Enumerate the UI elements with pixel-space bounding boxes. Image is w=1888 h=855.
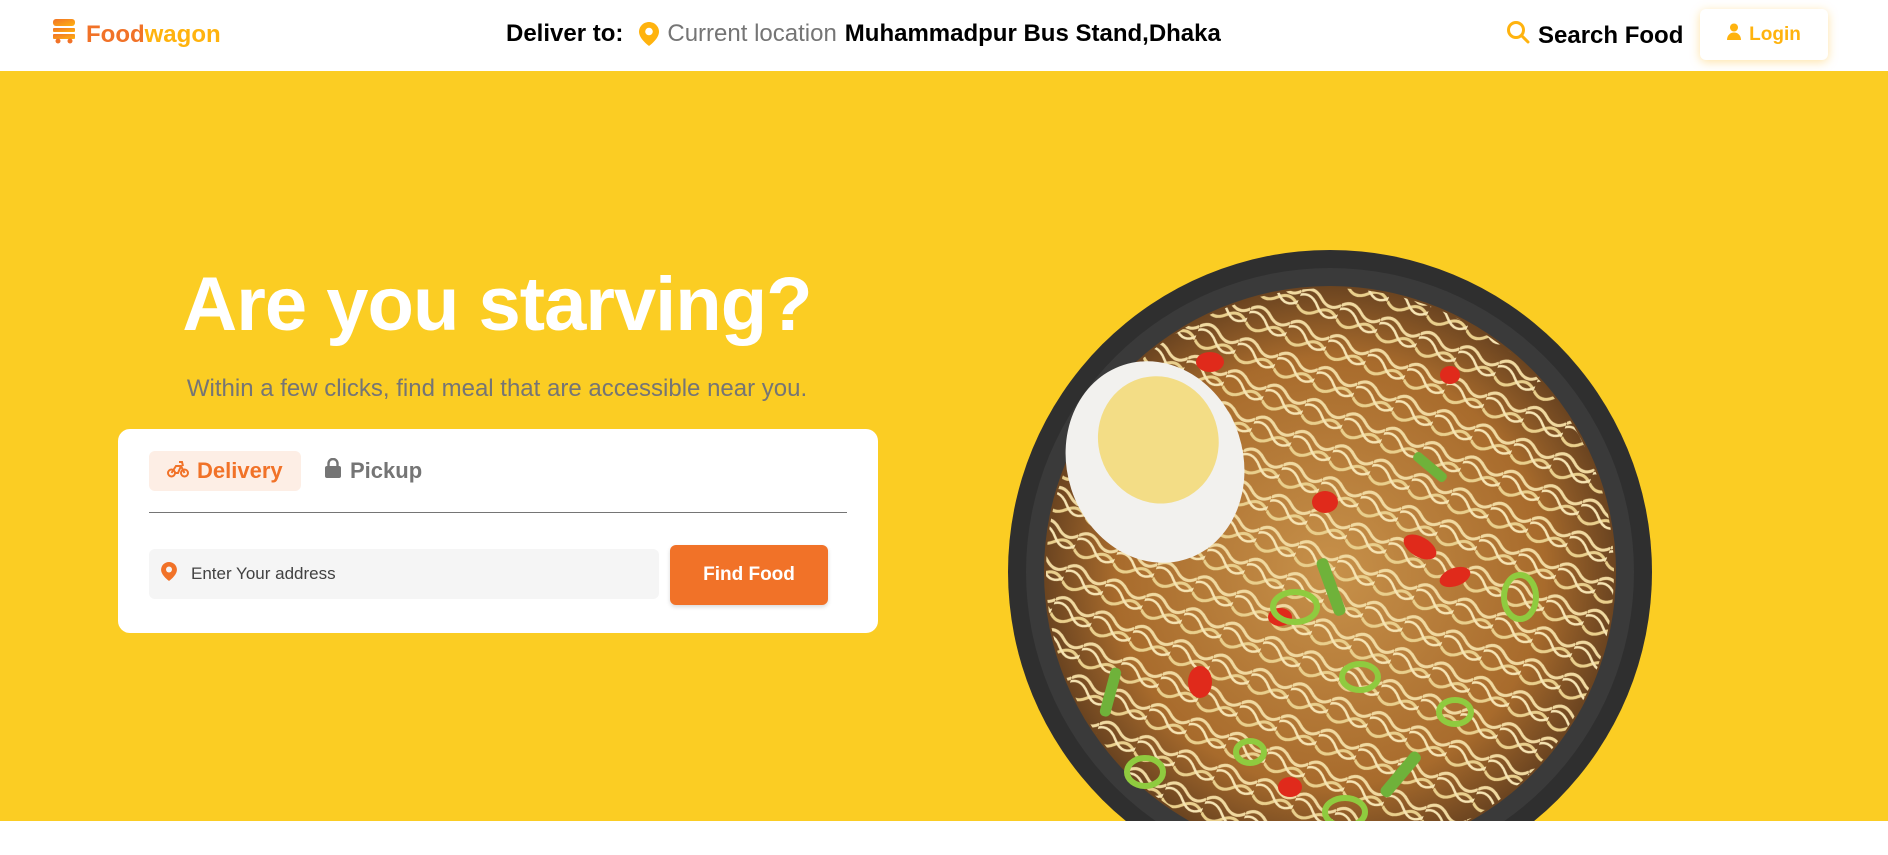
login-label: Login bbox=[1749, 23, 1801, 45]
lock-icon bbox=[324, 457, 342, 484]
hero-subtitle: Within a few clicks, find meal that are … bbox=[186, 375, 808, 402]
location-text[interactable]: Muhammadpur Bus Stand,Dhaka bbox=[845, 20, 1221, 48]
find-food-button[interactable]: Find Food bbox=[670, 545, 828, 605]
tab-pickup-label: Pickup bbox=[350, 458, 423, 483]
hero-section: Are you starving? Within a few clicks, f… bbox=[0, 71, 1888, 821]
tab-pickup[interactable]: Pickup bbox=[324, 451, 422, 491]
search-card: Delivery Pickup Find Food bbox=[118, 429, 878, 633]
brand-name-wagon: wagon bbox=[144, 20, 221, 48]
tab-divider bbox=[149, 512, 847, 513]
current-location-label: Current location bbox=[667, 20, 837, 47]
deliver-label: Deliver to: bbox=[506, 20, 624, 47]
address-field[interactable] bbox=[149, 549, 659, 599]
search-food-label: Search Food bbox=[1538, 21, 1684, 49]
location-pin-icon bbox=[639, 22, 660, 46]
tab-delivery[interactable]: Delivery bbox=[149, 451, 301, 491]
hero-title: Are you starving? bbox=[182, 262, 812, 347]
deliver-to: Deliver to: Current location Muhammadpur… bbox=[506, 20, 1221, 48]
address-input[interactable] bbox=[191, 564, 631, 584]
noodle-bowl-image bbox=[1005, 247, 1655, 821]
food-truck-icon bbox=[52, 18, 76, 51]
login-button[interactable]: Login bbox=[1700, 9, 1828, 60]
search-food-button[interactable]: Search Food bbox=[1506, 20, 1683, 51]
tab-delivery-label: Delivery bbox=[197, 458, 283, 483]
brand-logo[interactable]: Foodwagon bbox=[52, 18, 221, 51]
navbar: Foodwagon Deliver to: Current location M… bbox=[0, 0, 1888, 71]
motorbike-icon bbox=[167, 458, 189, 484]
user-icon bbox=[1727, 23, 1742, 46]
location-pin-icon bbox=[161, 562, 177, 586]
brand-name-food: Food bbox=[86, 20, 145, 48]
search-icon bbox=[1506, 20, 1530, 51]
